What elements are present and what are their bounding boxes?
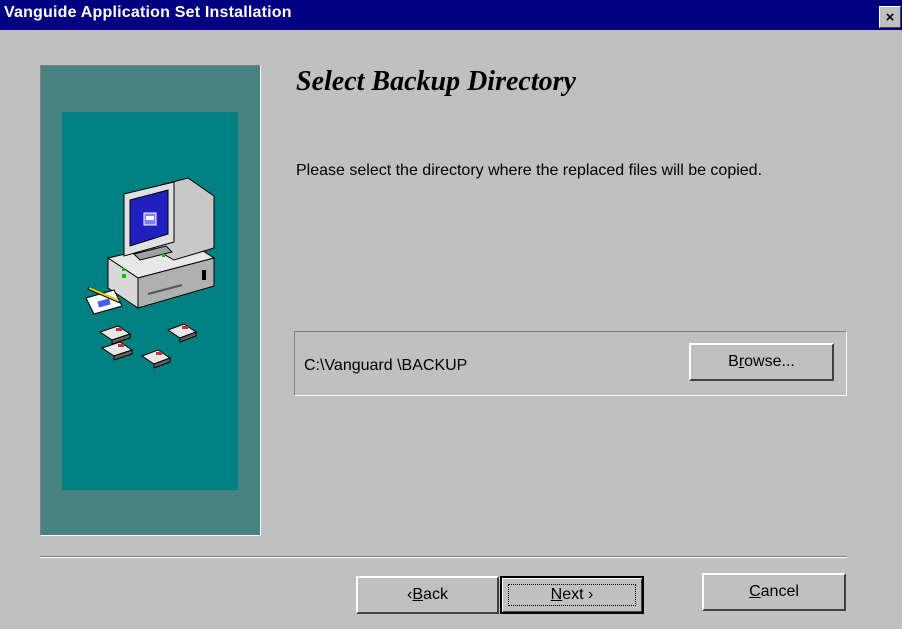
back-button[interactable]: ‹ Back bbox=[356, 576, 499, 614]
floppy-disk-icon bbox=[98, 323, 198, 369]
separator bbox=[40, 556, 847, 558]
side-panel-illustration bbox=[62, 112, 238, 490]
back-label-post: ack bbox=[423, 586, 448, 603]
instructions-text: Please select the directory where the re… bbox=[296, 162, 763, 179]
next-button[interactable]: Next › bbox=[500, 576, 644, 614]
backup-directory-path: C:\Vanguard \BACKUP bbox=[304, 357, 468, 374]
browse-button[interactable]: Br owse... bbox=[689, 343, 834, 381]
close-icon: × bbox=[885, 8, 895, 26]
page-title: Select Backup Directory bbox=[296, 66, 576, 97]
close-button[interactable]: × bbox=[879, 6, 901, 28]
cancel-mnemonic: C bbox=[749, 583, 761, 600]
cancel-button[interactable]: Cancel bbox=[702, 573, 846, 611]
back-mnemonic: B bbox=[412, 586, 424, 603]
browse-label-pre: B bbox=[728, 353, 739, 370]
focus-rectangle bbox=[508, 584, 636, 606]
browse-label-post: owse... bbox=[744, 353, 795, 370]
title-bar[interactable]: Vanguide Application Set Installation × bbox=[0, 0, 902, 30]
side-panel bbox=[40, 65, 261, 536]
computer-icon bbox=[106, 177, 216, 309]
installer-window: Vanguide Application Set Installation × bbox=[0, 0, 902, 629]
window-title: Vanguide Application Set Installation bbox=[4, 4, 292, 21]
cancel-label-post: ancel bbox=[760, 583, 799, 600]
